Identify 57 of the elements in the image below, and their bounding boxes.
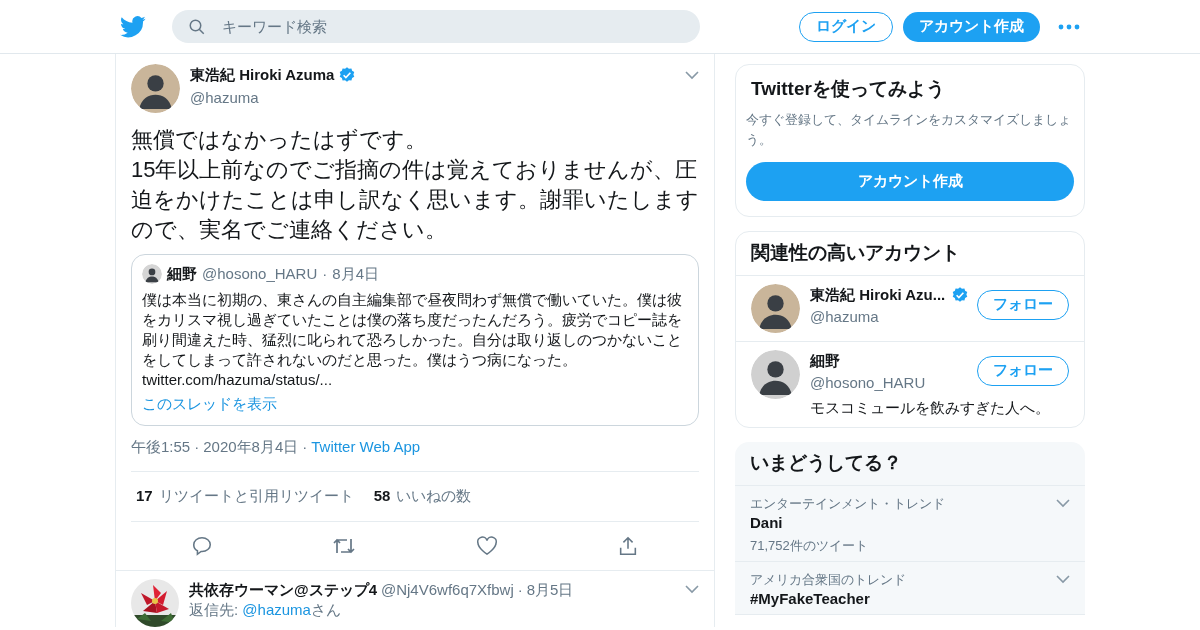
search-icon [188, 18, 206, 36]
bird-logo-icon[interactable] [120, 15, 146, 38]
mention-link[interactable]: @hazuma [242, 601, 311, 618]
chevron-down-icon[interactable] [1056, 499, 1070, 508]
tweet-text: 無償ではなかったはずです。 15年以上前なのでご指摘の件は覚えておりませんが、圧迫をかけたことは申し訳なく思います。謝罪いたしますので、実名でご連絡ください。 [131, 126, 700, 244]
account-bio: モスコミュールを飲みすぎた人へ。 [810, 397, 1051, 418]
trend-context: アメリカ合衆国のトレンド [750, 571, 907, 589]
account-handle[interactable]: @hosono_HARU [810, 372, 969, 395]
tweet-date[interactable]: 2020年8月4日 [203, 436, 299, 459]
search-field[interactable]: キーワード検索 [172, 10, 700, 43]
account-handle[interactable]: @hazuma [810, 306, 970, 329]
account-name[interactable]: 東浩紀 Hiroki Azu... [810, 283, 946, 306]
account-name[interactable]: 細野 [810, 349, 840, 372]
quoted-tweet-link: twitter.com/hazuma/status/... [142, 369, 334, 390]
quoted-tweet-card[interactable]: 細野 @hosono_HARU · 8月4日 僕は本当に初期の、東さんの自主編集部で昼夜問わず無償で働いていた。僕は彼をカリスマ視し過ぎていたことは僕の落ち度だったんだろう。疲労でコピー誌を刷り間違えた時、猛烈に叱られて恐ろしかった。自分は取り返しのつかないことをしてしまって許されないのだと思った。僕はうつ病になった。 twitter.com/hazuma/status/... このスレッドを表示 [131, 254, 699, 426]
trend-tweet-count: 71,752件のツイート [750, 537, 869, 555]
author-handle[interactable]: @hazuma [190, 86, 699, 109]
stat-count[interactable]: 58 [373, 484, 391, 508]
stat-label[interactable]: リツイートと引用リツイート [158, 484, 354, 508]
chevron-down-icon[interactable] [685, 585, 699, 595]
share-icon[interactable] [617, 534, 639, 557]
stat-count[interactable]: 17 [136, 484, 153, 508]
reply-icon[interactable] [191, 534, 213, 557]
card-title: 関連性の高いアカウント [736, 231, 1084, 276]
separator-dot: · [302, 437, 308, 457]
reply-date[interactable]: 8月5日 [526, 578, 574, 601]
trend-topic[interactable]: #MyFakeTeacher [750, 589, 1070, 608]
stat-label[interactable]: いいねの数 [396, 484, 472, 508]
author-handle[interactable]: @Nj4V6wf6q7Xfbwj [380, 578, 514, 601]
quoted-author-name: 細野 [167, 264, 197, 284]
tweet-time[interactable]: 午後1:55 [131, 436, 191, 459]
signup-button[interactable]: アカウント作成 [746, 161, 1074, 201]
signup-button[interactable]: アカウント作成 [903, 11, 1040, 42]
card-title: いまどうしてる？ [735, 442, 1085, 486]
source-link[interactable]: Twitter Web App [311, 436, 421, 459]
avatar[interactable] [751, 283, 800, 333]
separator-dot: · [194, 437, 200, 457]
show-thread-link[interactable]: このスレッドを表示 [142, 392, 688, 415]
avatar[interactable] [751, 349, 800, 399]
avatar[interactable] [131, 64, 180, 113]
quoted-tweet-text: 僕は本当に初期の、東さんの自主編集部で昼夜問わず無償で働いていた。僕は彼をカリスマ視し過ぎていたことは僕の落ち度だったんだろう。疲労でコピー誌を刷り間違えた時、猛烈に叱られて恐ろしかった。自分は取り返しのつかないことをしてしまって許されないのだと思った。僕はうつ病になった。 [142, 289, 683, 370]
separator-dot: · [517, 579, 523, 600]
card-title: Twitterを使ってみよう [750, 77, 946, 101]
replying-to-text: 返信先: @hazumaさん [189, 601, 342, 619]
chevron-down-icon[interactable] [685, 70, 699, 80]
quoted-date: 8月4日 [332, 264, 379, 284]
quoted-author-handle: @hosono_HARU [202, 264, 318, 284]
separator-dot: · [322, 264, 328, 284]
chevron-down-icon[interactable] [1056, 575, 1070, 584]
author-name[interactable]: 共依存ウーマン@ステップ4 [189, 578, 377, 601]
trend-topic[interactable]: Dani [750, 513, 1070, 532]
author-name[interactable]: 東浩紀 Hiroki Azuma [190, 64, 335, 87]
avatar[interactable] [142, 264, 162, 285]
card-description: 今すぐ登録して、タイムラインをカスタマイズしましょう。 [746, 110, 1072, 149]
trend-context: エンターテインメント・トレンド [750, 495, 946, 513]
more-icon[interactable] [1058, 23, 1080, 30]
heart-icon[interactable] [475, 535, 498, 556]
